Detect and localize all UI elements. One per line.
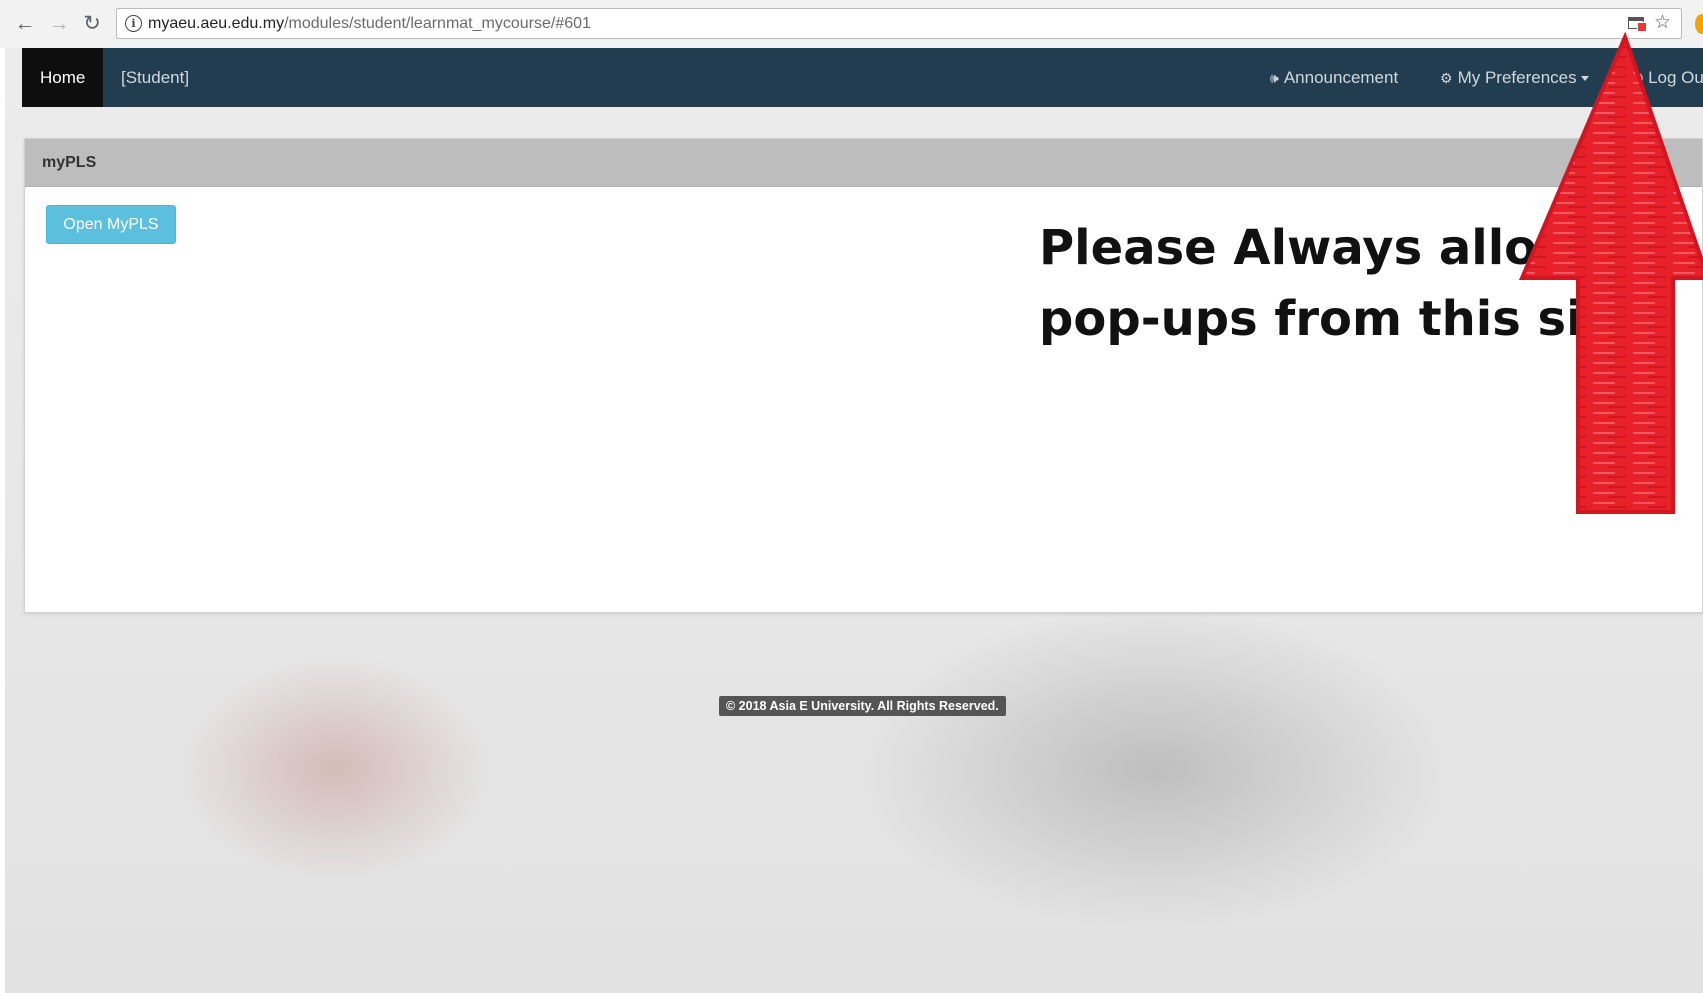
gear-icon: ⚙ <box>1440 70 1453 86</box>
browser-toolbar: ← → ↻ i myaeu.aeu.edu.my/modules/student… <box>0 0 1703 49</box>
reload-icon[interactable]: ↻ <box>80 12 104 36</box>
forward-icon[interactable]: → <box>47 12 71 36</box>
popup-blocked-icon[interactable] <box>1628 17 1647 32</box>
url-host: myaeu.aeu.edu.my <box>148 15 285 32</box>
url-path: /modules/student/learnmat_mycourse/#601 <box>284 15 591 32</box>
footer-copyright: © 2018 Asia E University. All Rights Res… <box>719 696 1006 716</box>
nav-announcement[interactable]: 🕪 Announcement <box>1270 48 1398 107</box>
nav-student-role[interactable]: [Student] <box>121 48 189 107</box>
arrow-shape <box>1518 31 1703 514</box>
top-navbar: Home [Student] 🕪 Announcement ⚙ My Prefere… <box>22 48 1703 107</box>
panel-title: myPLS <box>42 154 97 171</box>
back-icon[interactable]: ← <box>13 12 37 36</box>
info-icon[interactable]: i <box>125 15 142 32</box>
address-bar[interactable]: i myaeu.aeu.edu.my/modules/student/learn… <box>116 8 1682 39</box>
panel-heading: myPLS <box>25 139 1702 187</box>
url-text[interactable]: myaeu.aeu.edu.my/modules/student/learnma… <box>148 9 591 39</box>
mypls-panel: myPLS Open MyPLS <box>24 138 1703 613</box>
open-mypls-button[interactable]: Open MyPLS <box>46 205 176 244</box>
red-arrow-annotation <box>1518 31 1703 514</box>
nav-home[interactable]: Home <box>22 48 104 107</box>
megaphone-icon: 🕪 <box>1270 70 1279 86</box>
nav-announcement-label: Announcement <box>1283 68 1399 87</box>
